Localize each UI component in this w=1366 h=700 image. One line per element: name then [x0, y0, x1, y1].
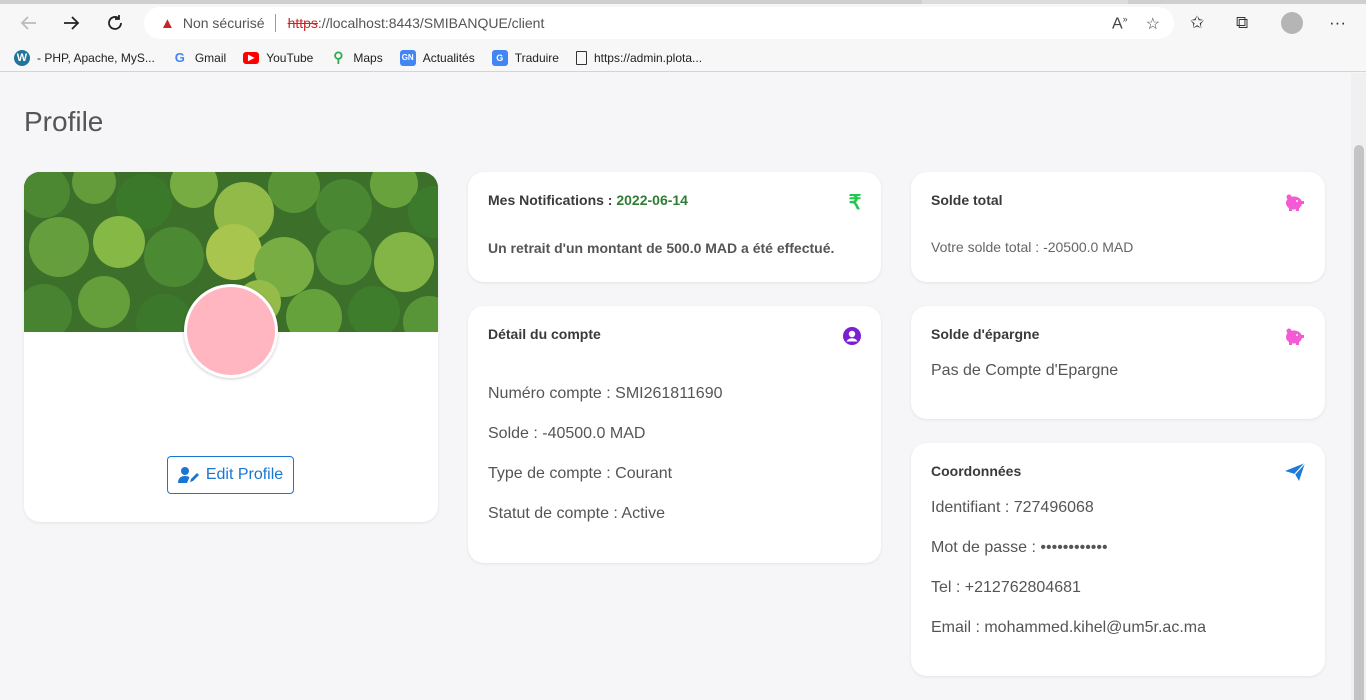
profile-card: Edit Profile: [24, 172, 438, 522]
scrollbar[interactable]: [1351, 73, 1366, 700]
bookmark-translate[interactable]: G Traduire: [491, 49, 559, 66]
piggy-bank-icon: [1283, 326, 1305, 346]
bookmark-label: https://admin.plota...: [593, 50, 703, 65]
phone-text: Tel : +212762804681: [931, 579, 1081, 596]
user-edit-icon: [177, 467, 199, 483]
profile-button[interactable]: [1281, 8, 1303, 38]
translate-icon: G: [491, 49, 508, 66]
browser-toolbar: ▲ Non sécurisé https ://localhost:8443/S…: [0, 0, 1366, 44]
contact-title: Coordonnées: [931, 463, 1022, 479]
bookmarks-bar: W - PHP, Apache, MyS... G Gmail ▶ YouTub…: [0, 44, 1366, 72]
collections-button[interactable]: ⧉: [1236, 8, 1248, 38]
total-balance-text: Votre solde total : -20500.0 MAD: [931, 239, 1134, 255]
bookmark-label: Traduire: [514, 50, 559, 65]
add-favorite-icon[interactable]: ☆: [1146, 14, 1160, 34]
savings-text: Pas de Compte d'Epargne: [931, 362, 1119, 379]
bookmark-label: YouTube: [266, 50, 314, 65]
favorites-icon: ✩: [1190, 13, 1205, 32]
maps-pin-icon: ⚲: [333, 49, 344, 65]
send-icon: [1284, 462, 1306, 482]
email-text: Email : mohammed.kihel@um5r.ac.ma: [931, 619, 1206, 636]
back-button[interactable]: [14, 8, 44, 38]
account-title: Détail du compte: [488, 326, 601, 342]
reload-icon: [108, 15, 122, 30]
bookmark-label: - PHP, Apache, MyS...: [37, 50, 155, 65]
security-label: Non sécurisé: [182, 15, 265, 31]
bookmark-gmail[interactable]: G Gmail: [172, 50, 226, 66]
contact-details-card: Coordonnées Identifiant : 727496068 Mot …: [911, 443, 1325, 676]
avatar: [184, 284, 278, 378]
favorites-button[interactable]: ✩: [1190, 8, 1204, 38]
news-icon: GN: [399, 49, 416, 66]
notification-date: 2022-06-14: [616, 192, 688, 208]
bookmark-label: Maps: [353, 50, 383, 65]
scrollbar-thumb[interactable]: [1354, 145, 1364, 700]
password-text: Mot de passe : ••••••••••••: [931, 539, 1108, 556]
bookmark-news[interactable]: GN Actualités: [399, 49, 475, 66]
bookmark-wordpress[interactable]: W - PHP, Apache, MyS...: [14, 49, 155, 66]
account-detail-card: Détail du compte Numéro compte : SMI2618…: [468, 306, 881, 563]
forward-button[interactable]: [56, 8, 86, 38]
edit-profile-label: Edit Profile: [205, 466, 284, 483]
google-icon: G: [174, 50, 185, 65]
account-type: Type de compte : Courant: [488, 465, 673, 482]
notifications-heading: Mes Notifications : 2022-06-14: [488, 192, 688, 208]
tab-strip: [0, 0, 1366, 4]
reload-button[interactable]: [100, 8, 130, 38]
bookmark-youtube[interactable]: ▶ YouTube: [243, 51, 313, 65]
read-aloud-icon[interactable]: A»: [1112, 14, 1128, 34]
wordpress-icon: W: [14, 49, 30, 66]
bookmark-label: Actualités: [422, 50, 475, 65]
more-button[interactable]: ···: [1329, 8, 1346, 38]
bookmark-maps[interactable]: ⚲ Maps: [330, 49, 383, 66]
user-avatar-icon: [1281, 12, 1303, 34]
youtube-icon: ▶: [243, 51, 260, 64]
piggy-bank-icon: [1283, 192, 1305, 212]
account-status: Statut de compte : Active: [488, 505, 665, 522]
address-bar[interactable]: ▲ Non sécurisé https ://localhost:8443/S…: [144, 7, 1174, 39]
bookmark-label: Gmail: [194, 50, 227, 65]
total-balance-card: Solde total Votre solde total : -20500.0…: [911, 172, 1325, 282]
more-dots-icon: ···: [1329, 13, 1346, 32]
edit-profile-button[interactable]: Edit Profile: [167, 456, 294, 494]
warning-icon: ▲: [160, 14, 175, 32]
page-title: Profile: [24, 106, 104, 137]
url-scheme: https: [287, 15, 318, 31]
rupee-icon: ₹: [848, 191, 862, 214]
notification-message: Un retrait d'un montant de 500.0 MAD a é…: [488, 240, 835, 256]
arrow-left-icon: [20, 16, 36, 30]
divider: [274, 14, 276, 32]
notifications-card: Mes Notifications : 2022-06-14 ₹ Un retr…: [468, 172, 881, 282]
arrow-right-icon: [64, 16, 80, 30]
savings-title: Solde d'épargne: [931, 326, 1040, 342]
total-balance-title: Solde total: [931, 192, 1003, 208]
url-path: ://localhost:8443/SMIBANQUE/client: [317, 15, 545, 31]
account-number: Numéro compte : SMI261811690: [488, 385, 723, 402]
user-circle-icon: [842, 326, 862, 346]
identifier-text: Identifiant : 727496068: [931, 499, 1094, 516]
notifications-title: Mes Notifications :: [488, 192, 617, 208]
savings-balance-card: Solde d'épargne Pas de Compte d'Epargne: [911, 306, 1325, 419]
bookmark-admin[interactable]: https://admin.plota...: [575, 50, 703, 65]
page-icon: [575, 50, 587, 65]
collections-icon: ⧉: [1236, 13, 1249, 32]
account-balance: Solde : -40500.0 MAD: [488, 425, 646, 442]
